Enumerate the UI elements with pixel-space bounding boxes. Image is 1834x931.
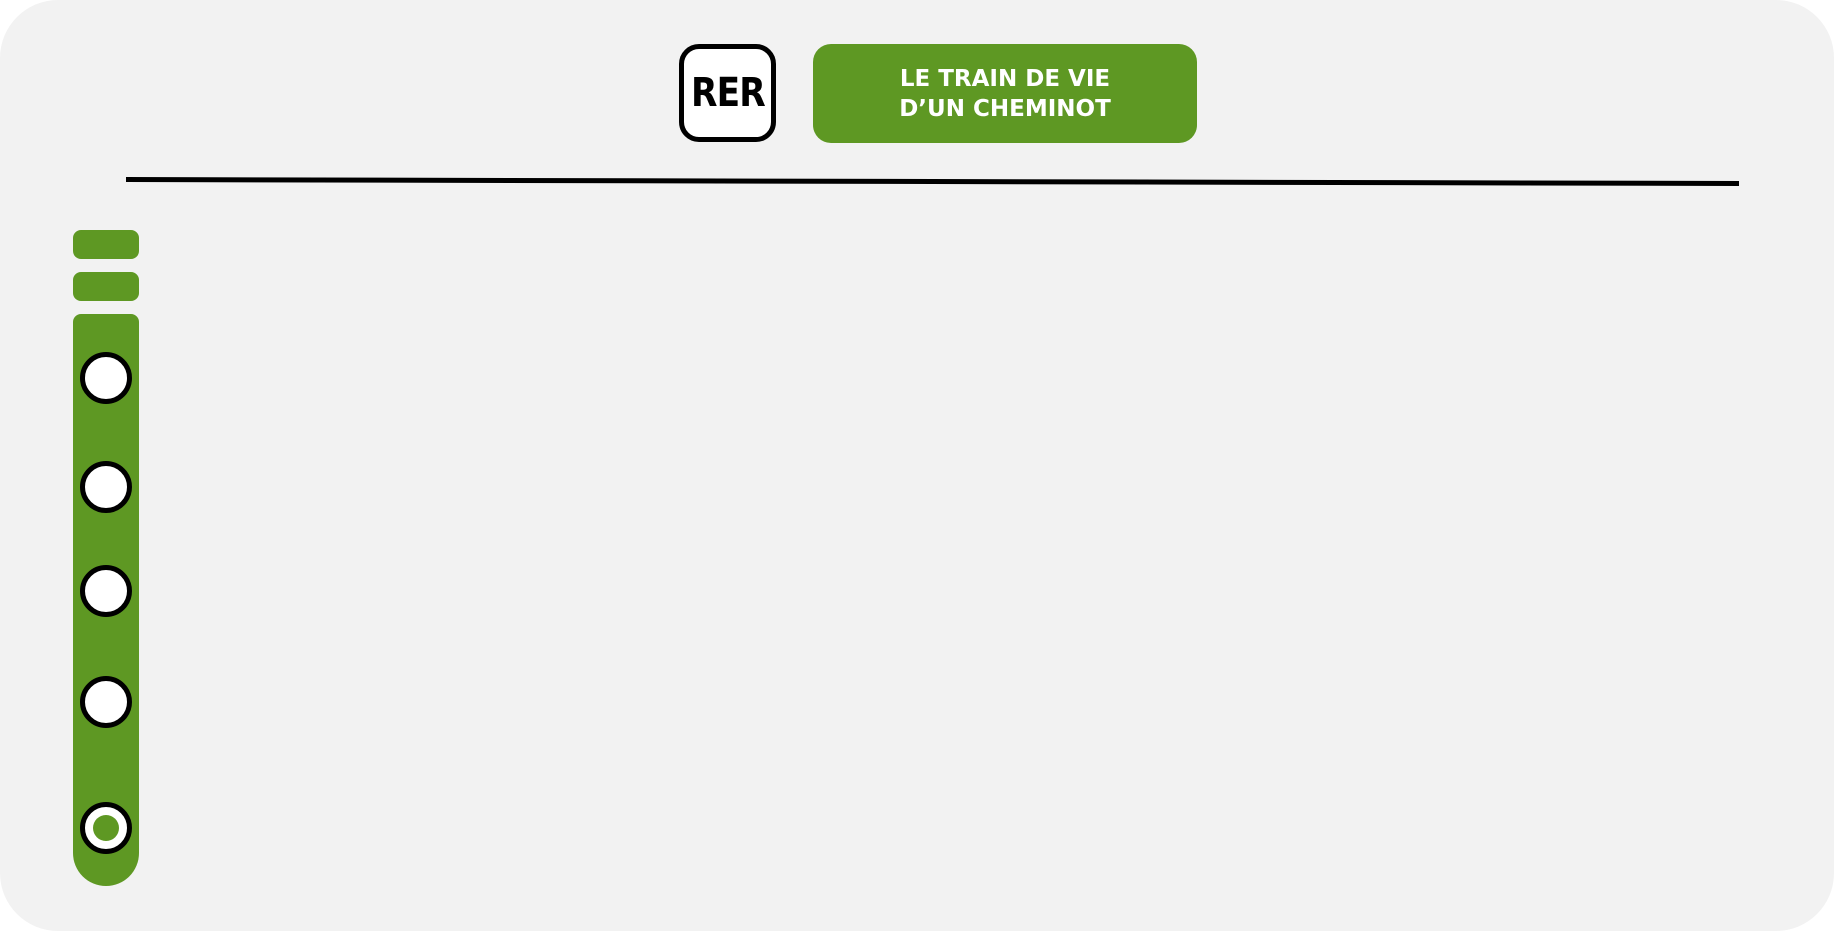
slide-canvas: RER LE TRAIN DE VIE D’UN CHEMINOT — [0, 0, 1834, 931]
station-stop[interactable] — [80, 352, 132, 404]
divider-line — [126, 177, 1739, 186]
terminus-stop[interactable] — [80, 802, 132, 854]
station-stop[interactable] — [80, 565, 132, 617]
line-cap-middle — [73, 272, 139, 301]
header-divider — [126, 177, 1739, 186]
station-stop[interactable] — [80, 461, 132, 513]
line-cap-top — [73, 230, 139, 259]
station-stop[interactable] — [80, 676, 132, 728]
